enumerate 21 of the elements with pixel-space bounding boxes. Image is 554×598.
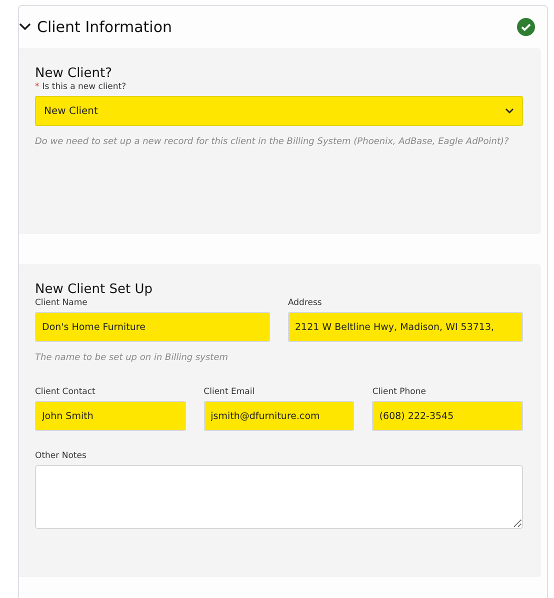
field-label: Other Notes [35, 451, 88, 462]
field-label: * Is this a new client? [35, 82, 128, 92]
help-text: Do we need to set up a new record for this client in the Billing System (Phoenix, AdBase, Eagle AdPoint)? [35, 136, 510, 149]
text-field[interactable]: (608) 222-3545 [372, 401, 524, 432]
notes-field[interactable] [35, 465, 523, 530]
section-title: Client Information [37, 18, 174, 36]
required-mark: * [35, 82, 40, 92]
panel-title: New Client Set Up [35, 282, 154, 297]
dropdown[interactable]: New Client [35, 96, 523, 126]
text-field[interactable]: 2121 W Beltline Hwy, Madison, WI 53713, [288, 312, 523, 342]
text-field[interactable]: Don's Home Furniture [35, 312, 270, 342]
field-label: Client Email [204, 387, 256, 398]
collapse-toggle[interactable] [19, 23, 31, 31]
caret-icon [505, 108, 514, 114]
help-text: The name to be set up on in Billing system [35, 352, 230, 365]
field-label: Client Contact [35, 387, 96, 398]
field-label: Client Name [35, 298, 88, 308]
text-field[interactable]: jsmith@dfurniture.com [204, 401, 354, 432]
panel-title: New Client? [35, 66, 114, 81]
field-label: Address [288, 298, 323, 308]
field-label: Client Phone [372, 387, 427, 398]
